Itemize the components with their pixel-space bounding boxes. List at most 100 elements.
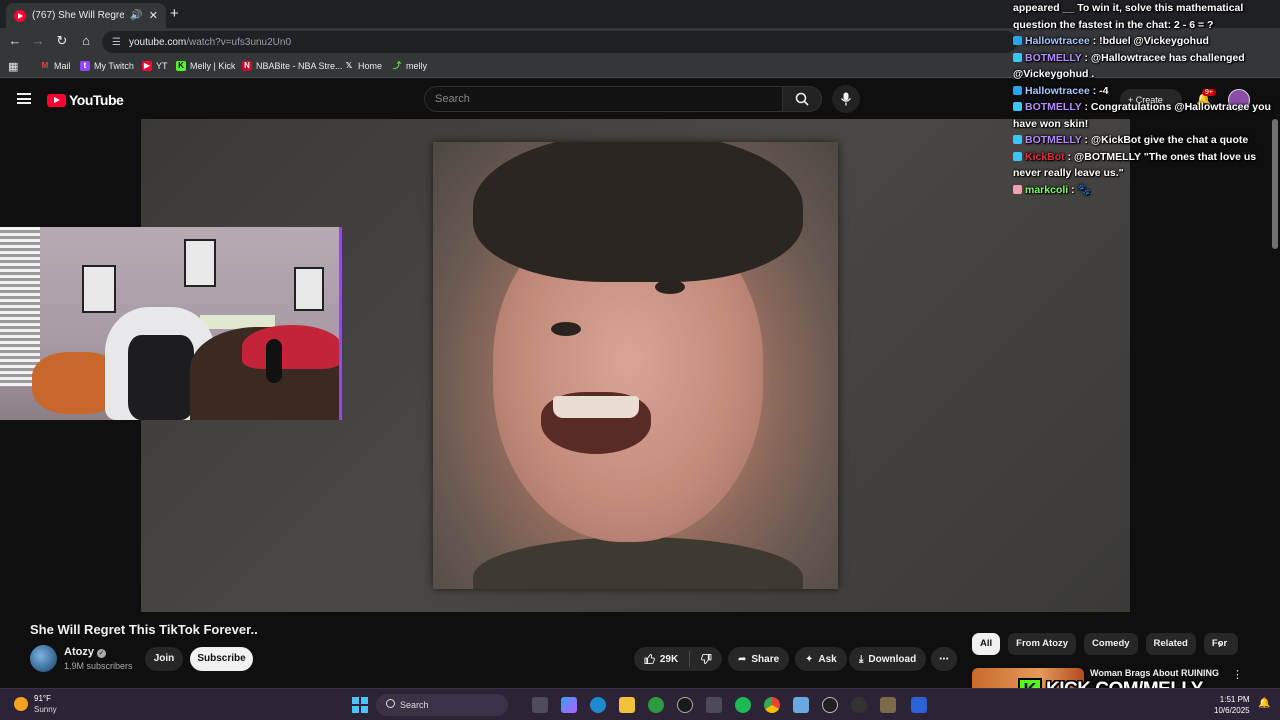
chat-username: markcoli [1025,183,1069,196]
weather-temperature[interactable]: 91°F [34,694,51,703]
speaker-icon[interactable]: 🔊 [130,10,142,21]
bookmark-label: NBABite - NBA Stre... [256,61,343,71]
more-actions-button[interactable]: ⋯ [931,647,957,671]
scrollbar-thumb[interactable] [1272,119,1278,249]
bookmark-my-twitch[interactable]: t My Twitch [80,61,134,71]
bookmark-label: Melly | Kick [190,61,236,71]
xbox-icon[interactable] [648,697,664,713]
reload-icon[interactable]: ↻ [53,33,71,49]
taskbar-search[interactable]: Search [376,694,508,716]
photos-icon[interactable] [793,697,809,713]
url-text: youtube.com/watch?v=ufs3unu2Un0 [129,37,291,48]
spotify-icon[interactable] [735,697,751,713]
search-icon [795,92,809,106]
chat-line: @Vickeygohud . [1013,66,1275,83]
edge-icon[interactable] [590,697,606,713]
like-count[interactable]: 29K [660,654,678,665]
youtube-favicon-icon [14,9,26,22]
x-icon: 𝕏 [345,61,353,70]
chat-line: BOTMELLY : @Hallowtracee has challenged [1013,50,1275,67]
tab-title: (767) She Will Regret This TikTok Foreve… [32,10,125,21]
app-icon[interactable] [880,697,896,713]
app-icon[interactable] [911,697,927,713]
home-icon[interactable]: ⌂ [77,33,95,48]
channel-name-row[interactable]: Atozy ✓ [64,646,106,658]
thumbs-down-icon[interactable] [701,653,712,665]
bookmark-yt[interactable]: ▶ YT [142,61,168,71]
ask-label: Ask [818,653,837,665]
chat-message: : @BOTMELLY "The ones that love us [1067,150,1257,163]
chip-all[interactable]: All [972,633,1001,655]
thumbs-up-icon[interactable] [644,653,655,665]
search-button[interactable] [782,86,822,112]
chip-related[interactable]: Related [1145,633,1196,655]
microphone-icon [840,92,852,106]
obs-icon[interactable] [677,697,693,713]
webcam-poster [294,267,324,311]
chat-message: : @Hallowtracee has challenged [1084,51,1245,64]
chrome-icon[interactable] [764,697,780,713]
chevron-right-icon[interactable]: › [1218,637,1222,651]
task-view-icon[interactable] [532,697,548,713]
chat-line: have won skin! [1013,116,1275,133]
verified-icon: ✓ [96,649,106,658]
windows-start-icon[interactable] [352,697,368,713]
video-title: She Will Regret This TikTok Forever.. [30,622,258,637]
notification-center-icon[interactable]: 🔔 [1258,698,1270,709]
chip-from-atozy[interactable]: From Atozy [1008,633,1077,655]
join-button[interactable]: Join [145,647,183,671]
voice-search-button[interactable] [832,85,860,113]
weather-description[interactable]: Sunny [34,705,57,714]
chip-comedy[interactable]: Comedy [1084,633,1138,655]
chat-line: BOTMELLY : @KickBot give the chat a quot… [1013,132,1275,149]
chat-message: : 🐾 [1071,183,1091,196]
chat-message: never really leave us." [1013,167,1124,179]
browser-tab[interactable]: (767) She Will Regret This TikTok Foreve… [6,3,166,28]
bookmark-melly-kick[interactable]: K Melly | Kick [176,61,235,71]
weather-sun-icon[interactable] [14,697,28,711]
share-button[interactable]: ➦ Share [728,647,790,671]
like-dislike-group: 29K [634,647,722,671]
app-icon[interactable] [851,697,867,713]
more-vert-icon[interactable]: ⋮ [1232,668,1243,681]
address-bar[interactable]: ☰ youtube.com/watch?v=ufs3unu2Un0 [102,31,1017,53]
chat-bot-badge-icon [1013,151,1022,161]
channel-avatar[interactable] [30,645,57,672]
taskbar-clock[interactable]: 1:51 PM 10/6/2025 [1214,694,1250,716]
download-button[interactable]: ⤓ Download [849,647,927,671]
windows-taskbar: 91°F Sunny Search 1:51 PM 10/6/2025 🔔 [0,688,1280,720]
recommendation-chips: All From Atozy Comedy Related For [972,633,1238,655]
file-explorer-icon[interactable] [619,697,635,713]
subscribe-button[interactable]: Subscribe [190,647,253,671]
chat-line: Hallowtracee : -4 [1013,83,1275,100]
sparkle-icon: ✦ [805,653,814,665]
bookmark-mail[interactable]: M Mail [40,61,71,71]
media-player-icon[interactable] [822,697,838,713]
kick-icon: ⤴ [393,61,401,70]
bookmark-nbabite[interactable]: N NBABite - NBA Stre... [242,61,343,71]
chat-line: appeared __ To win it, solve this mathem… [1013,0,1275,17]
site-info-icon[interactable]: ☰ [112,37,121,48]
ask-button[interactable]: ✦ Ask [795,647,847,671]
new-tab-button[interactable]: + [170,5,179,22]
screen: (767) She Will Regret This TikTok Foreve… [0,0,1280,720]
video-shirt [473,537,803,589]
forward-arrow-icon[interactable]: → [29,33,47,48]
copilot-icon[interactable] [561,697,577,713]
chat-line: question the fastest in the chat: 2 - 6 … [1013,17,1275,34]
more-dots-icon: ⋯ [939,653,949,665]
store-icon[interactable] [706,697,722,713]
search-input[interactable]: Search [424,86,782,112]
back-arrow-icon[interactable]: ← [6,33,24,48]
page-scrollbar[interactable] [1270,119,1280,688]
bookmark-melly[interactable]: ⤴ melly [392,61,427,71]
youtube-logo[interactable]: YouTube [47,92,124,108]
bookmark-label: My Twitch [94,61,134,71]
bookmark-home[interactable]: 𝕏 Home [344,61,382,71]
webcam-window-blind [0,227,40,387]
apps-grid-icon[interactable]: ▦ [8,60,18,73]
bookmark-label: Home [358,61,383,71]
menu-icon[interactable] [17,93,31,104]
close-tab-icon[interactable]: ✕ [149,9,158,22]
chat-message: question the fastest in the chat: 2 - 6 … [1013,18,1214,31]
